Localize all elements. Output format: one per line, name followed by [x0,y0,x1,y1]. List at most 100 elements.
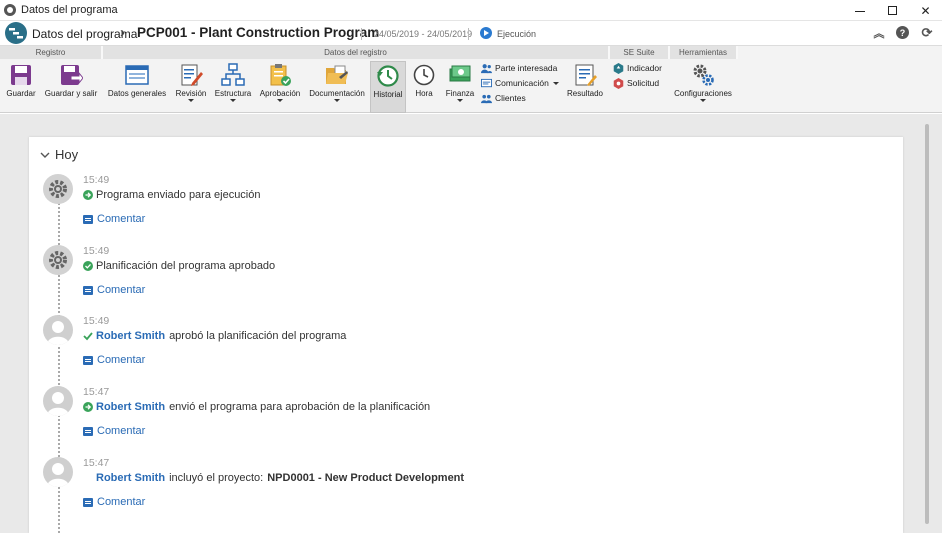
stakeholder-button[interactable]: Parte interesada [481,61,557,75]
documentation-button[interactable]: Documentación [306,61,368,113]
section-header-today[interactable]: Hoy [40,147,78,162]
ribbon-toolbar: Registro Datos del registro SE Suite Her… [0,45,942,113]
entry-message: Planificación del programa aprobado [83,260,275,272]
record-dates: 24/05/2019 - 24/05/2019 [374,29,473,39]
app-icon [4,4,16,16]
entry-user-link[interactable]: Robert Smith [96,401,165,413]
vertical-scrollbar[interactable] [923,124,931,524]
chevron-down-icon [277,99,283,102]
entry-message: Robert Smith incluyó el proyecto: NPD000… [96,472,464,484]
structure-label: Estructura [214,89,252,98]
chevron-down-icon [334,99,340,102]
group-label-suite: SE Suite [610,46,670,59]
history-entry: 15:49 Planificación del programa aprobad… [43,245,843,313]
save-icon [11,65,31,85]
communication-label: Comunicación [495,78,549,88]
result-chart-icon [575,64,597,86]
chevron-down-icon [188,99,194,102]
breadcrumb-separator-icon: › [120,24,125,41]
history-panel: Hoy 15:49 Programa enviado para ejecució… [29,137,903,533]
general-data-button[interactable]: Datos generales [106,61,168,113]
revision-edit-icon [181,64,203,86]
finance-button[interactable]: Finanza [443,61,477,113]
close-button[interactable]: ✕ [909,0,942,21]
revision-button[interactable]: Revisión [172,61,210,113]
entry-message: Robert Smith envió el programa para apro… [83,401,430,413]
entry-text: Planificación del programa aprobado [96,260,276,272]
comment-label: Comentar [97,496,146,508]
chevron-down-icon [457,99,463,102]
general-data-label: Datos generales [107,89,167,98]
stakeholder-label: Parte interesada [495,63,558,73]
entry-message: Programa enviado para ejecución [83,189,261,201]
clients-icon [481,94,492,103]
history-clock-icon [377,65,399,87]
comment-link[interactable]: Comentar [83,284,145,296]
entry-user-link[interactable]: Robert Smith [96,472,165,484]
people-icon [481,63,492,73]
approval-button[interactable]: Aprobación [258,61,302,113]
comment-link[interactable]: Comentar [83,213,145,225]
help-button[interactable]: ? [896,26,909,39]
help-icon: ? [899,27,906,38]
divider [361,28,362,40]
entry-time: 15:49 [83,245,110,257]
comment-icon [83,214,93,224]
hour-button[interactable]: Hora [410,61,438,113]
comment-icon [83,285,93,295]
comment-icon [83,497,93,507]
scrollbar-thumb[interactable] [925,124,929,524]
program-logo-icon [5,22,27,44]
revision-label: Revisión [175,89,207,98]
entry-message: Robert Smith aprobó la planificación del… [83,330,346,342]
collapse-ribbon-button[interactable]: ︽ [872,26,886,40]
indicator-label: Indicador [627,63,662,73]
structure-button[interactable]: Estructura [213,61,253,113]
history-entry: 15:47 Robert Smith incluyó el proyecto: … [43,457,843,525]
clock-icon [413,64,435,86]
refresh-button[interactable]: ⟳ [920,25,934,40]
entry-project-name: NPD0001 - New Product Development [267,472,465,484]
maximize-button[interactable] [876,0,909,21]
save-button[interactable]: Guardar [3,61,39,113]
user-silhouette-icon [47,392,69,416]
divider [468,28,469,40]
system-gear-avatar [43,245,73,275]
user-avatar [43,457,73,487]
gear-icon [49,180,67,198]
comment-link[interactable]: Comentar [83,425,145,437]
comment-icon [83,355,93,365]
entry-time: 15:49 [83,315,110,327]
save-exit-icon [61,65,83,85]
result-button[interactable]: Resultado [565,61,605,113]
communication-button[interactable]: Comunicación [481,76,559,90]
indicator-button[interactable]: Indicador [613,61,662,75]
settings-label: Configuraciones [674,89,732,98]
request-label: Solicitud [627,78,660,88]
comment-label: Comentar [97,354,146,366]
result-label: Resultado [566,89,604,98]
group-label-datos: Datos del registro [103,46,610,59]
chevron-down-icon [40,152,50,158]
settings-button[interactable]: Configuraciones [672,61,734,113]
comment-link[interactable]: Comentar [83,354,145,366]
window-title: Datos del programa [21,4,118,16]
entry-text: Programa enviado para ejecución [96,189,261,201]
entry-text: envió el programa para aprobación de la … [169,401,431,413]
entry-user-link[interactable]: Robert Smith [96,330,165,342]
check-icon [83,332,93,341]
clients-button[interactable]: Clientes [481,91,526,105]
double-chevron-up-icon: ︽ [873,28,885,40]
save-and-exit-button[interactable]: Guardar y salir [42,61,100,113]
request-button[interactable]: Solicitud [613,76,659,90]
maximize-icon [888,6,897,15]
save-label: Guardar [6,89,36,98]
history-button[interactable]: Historial [370,61,406,113]
entry-text: aprobó la planificación del programa [169,330,347,342]
communication-icon [481,78,492,87]
minimize-icon [854,11,865,12]
clients-label: Clientes [495,93,526,103]
comment-link[interactable]: Comentar [83,496,145,508]
group-label-registro: Registro [0,46,103,59]
minimize-button[interactable] [843,0,876,21]
